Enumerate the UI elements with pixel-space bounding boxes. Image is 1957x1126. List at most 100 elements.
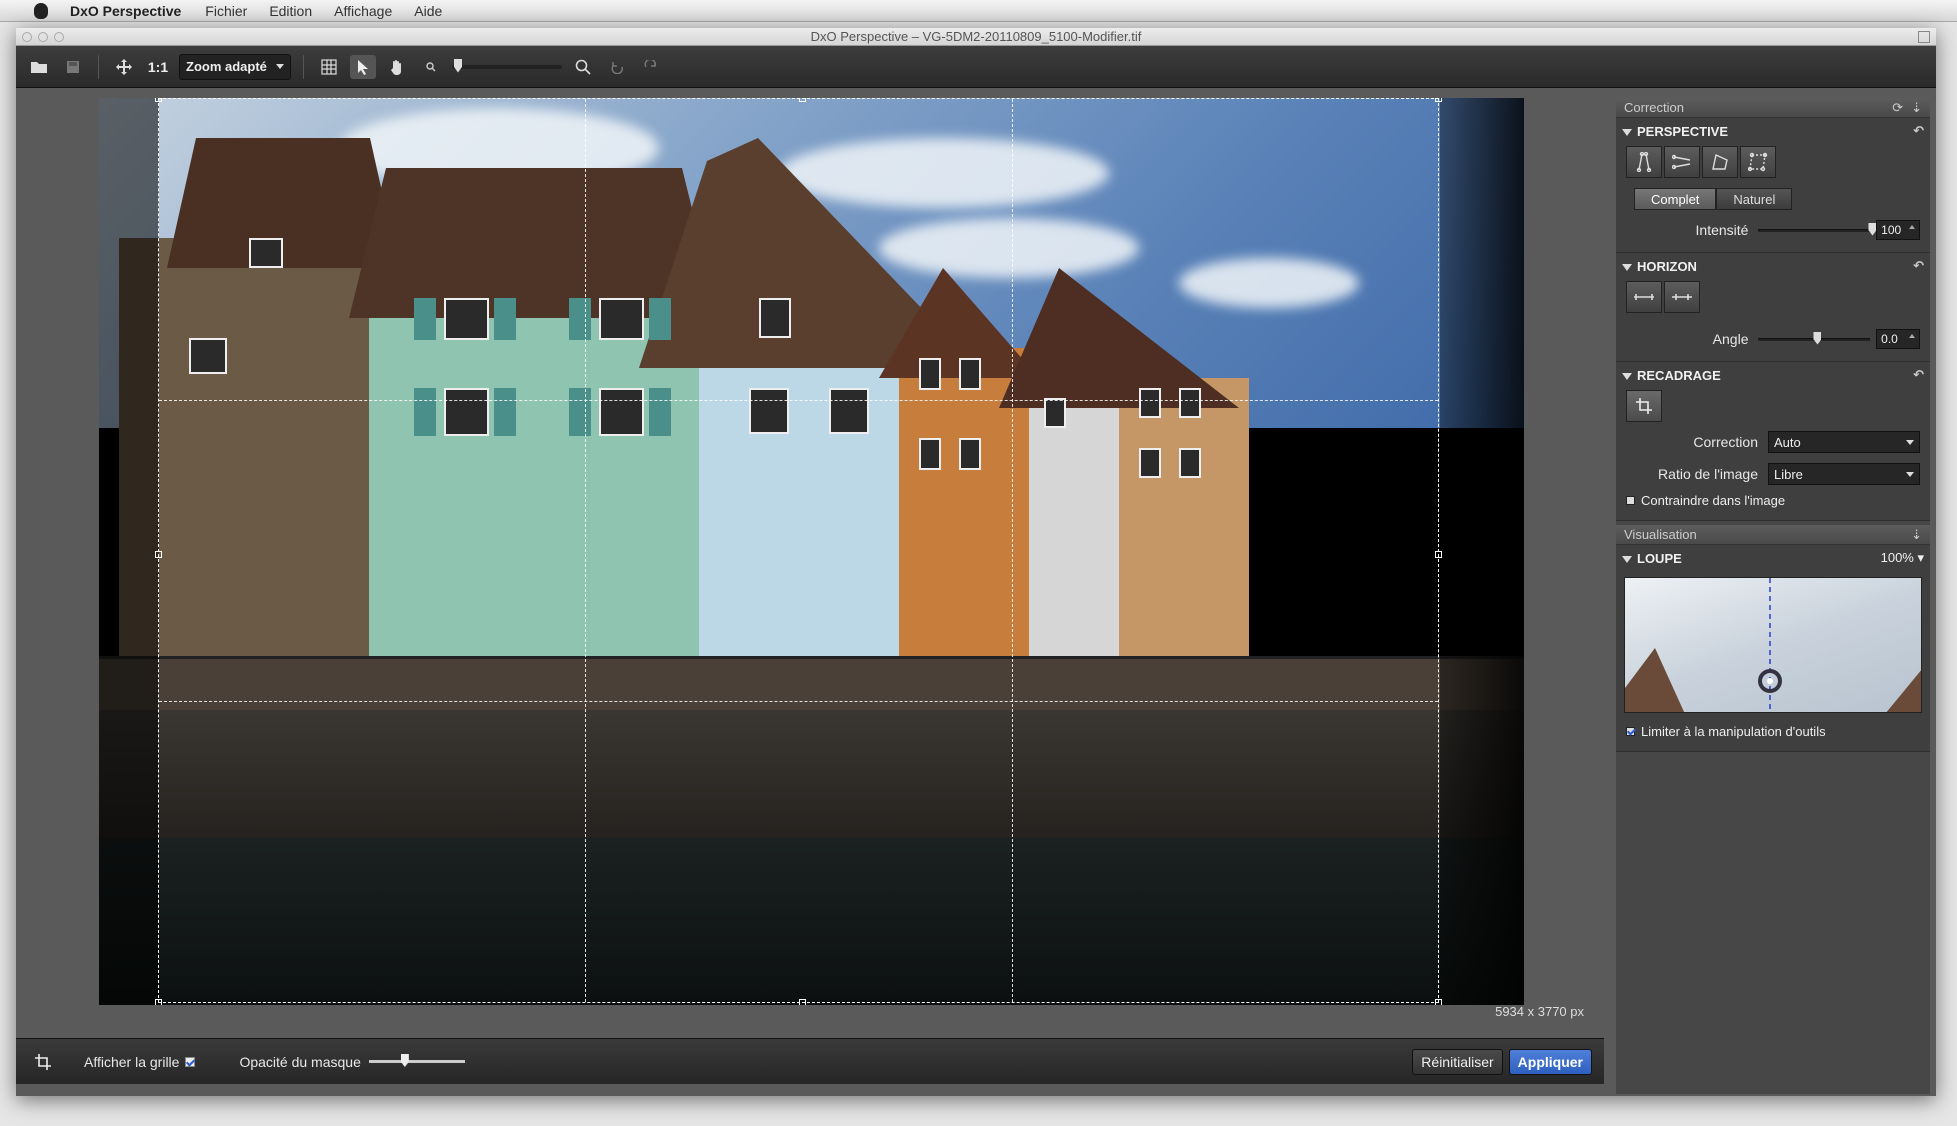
crop-tool-icon[interactable]: [32, 1053, 54, 1070]
perspective-mask-left: [99, 98, 159, 1005]
mode-natural-button[interactable]: Naturel: [1716, 188, 1793, 210]
crop-handle-bottom-right[interactable]: [1435, 999, 1442, 1005]
move-icon[interactable]: [111, 55, 137, 79]
perspective-header[interactable]: PERSPECTIVE ↶: [1616, 118, 1930, 144]
loupe-section: LOUPE 100% ▾ Limiter à la manipulation d…: [1616, 545, 1930, 752]
pin-icon[interactable]: ⇣: [1911, 100, 1922, 116]
menu-affichage[interactable]: Affichage: [334, 3, 392, 19]
photo-preview: [99, 98, 1524, 1005]
crop-rectangle[interactable]: [155, 98, 1442, 1005]
chevron-down-icon: [1906, 439, 1914, 445]
loupe-image: [1625, 578, 1921, 712]
aspect-ratio-label: Ratio de l'image: [1658, 466, 1758, 482]
menu-edition[interactable]: Edition: [269, 3, 312, 19]
open-folder-icon[interactable]: [26, 55, 52, 79]
crop-icon[interactable]: [1626, 390, 1662, 422]
crop-title: RECADRAGE: [1637, 367, 1721, 383]
loupe-zoom-dropdown[interactable]: 100% ▾: [1881, 550, 1924, 566]
undo-crop-icon[interactable]: ↶: [1913, 367, 1924, 383]
intensity-field[interactable]: 100: [1876, 220, 1921, 240]
crop-handle-bottom-left[interactable]: [155, 999, 162, 1005]
constrain-checkbox[interactable]: [1626, 495, 1635, 505]
grid-line-vertical: [585, 99, 587, 1002]
crop-correction-dropdown[interactable]: Auto: [1768, 431, 1920, 453]
crop-handle-right[interactable]: [1435, 550, 1442, 558]
grid-icon[interactable]: [316, 55, 342, 79]
perspective-section: PERSPECTIVE ↶ Complet Naturel Intensité …: [1616, 118, 1930, 253]
undo-horizon-icon[interactable]: ↶: [1913, 258, 1924, 274]
loupe-preview[interactable]: [1624, 577, 1922, 713]
aspect-ratio-row: Ratio de l'image Libre: [1616, 460, 1930, 488]
one-to-one-button[interactable]: 1:1: [145, 55, 171, 79]
angle-slider-thumb[interactable]: [1813, 331, 1822, 345]
disclosure-triangle-icon: [1622, 555, 1632, 563]
zoom-mode-dropdown[interactable]: Zoom adapté: [179, 53, 291, 80]
show-grid-checkbox[interactable]: [185, 1056, 196, 1067]
image-dimensions: 5934 x 3770 px: [1495, 1004, 1584, 1019]
undo-icon[interactable]: [604, 55, 630, 79]
mask-opacity-thumb[interactable]: [400, 1054, 409, 1067]
minimize-window-button[interactable]: [38, 32, 48, 42]
horizontal-lines-icon[interactable]: [1664, 146, 1700, 178]
eight-point-icon[interactable]: [1740, 146, 1776, 178]
pointer-icon[interactable]: [350, 54, 376, 79]
zoom-out-icon[interactable]: [418, 55, 444, 79]
intensity-row: Intensité 100: [1616, 216, 1930, 244]
toolbar-divider: [303, 54, 304, 79]
crop-handle-bottom[interactable]: [798, 999, 806, 1005]
disclosure-triangle-icon: [1622, 372, 1632, 380]
zoom-slider[interactable]: [452, 58, 562, 73]
visualisation-panel-header: Visualisation ⇣: [1616, 525, 1930, 545]
fullscreen-icon[interactable]: [1918, 31, 1930, 43]
reset-button[interactable]: Réinitialiser: [1412, 1048, 1503, 1075]
crop-handle-top-right[interactable]: [1435, 98, 1442, 102]
limit-tools-checkbox[interactable]: [1626, 726, 1635, 736]
mask-opacity-slider[interactable]: [368, 1054, 465, 1067]
hand-icon[interactable]: [384, 55, 410, 79]
angle-label: Angle: [1712, 331, 1749, 347]
crop-handle-left[interactable]: [155, 550, 162, 558]
pin-icon[interactable]: ⇣: [1911, 527, 1922, 543]
horizon-header[interactable]: HORIZON ↶: [1616, 253, 1930, 279]
zoom-mode-value: Zoom adapté: [186, 59, 267, 74]
toolbar-divider: [98, 54, 99, 79]
perspective-mode-toggle: Complet Naturel: [1634, 188, 1930, 210]
loupe-header[interactable]: LOUPE 100% ▾: [1616, 545, 1930, 571]
limit-tools-label: Limiter à la manipulation d'outils: [1641, 723, 1826, 739]
perspective-title: PERSPECTIVE: [1637, 123, 1729, 139]
zoom-slider-thumb[interactable]: [454, 58, 462, 73]
aspect-ratio-value: Libre: [1774, 466, 1803, 482]
redo-icon[interactable]: [638, 55, 664, 79]
crop-handle-top-left[interactable]: [155, 98, 162, 102]
crop-handle-top[interactable]: [798, 98, 806, 102]
refresh-icon[interactable]: ⟳: [1892, 100, 1903, 116]
zoom-window-button[interactable]: [54, 32, 64, 42]
angle-slider[interactable]: [1758, 331, 1871, 345]
intensity-slider[interactable]: [1758, 222, 1877, 236]
menu-app-name[interactable]: DxO Perspective: [70, 3, 181, 19]
grid-line-vertical: [1011, 99, 1013, 1002]
menu-fichier[interactable]: Fichier: [205, 3, 247, 19]
horizon-line-icon[interactable]: [1626, 281, 1662, 313]
bottom-bar: Afficher la grille Opacité du masque Réi…: [16, 1038, 1604, 1084]
close-window-button[interactable]: [22, 32, 32, 42]
undo-perspective-icon[interactable]: ↶: [1913, 123, 1924, 139]
menu-aide[interactable]: Aide: [414, 3, 442, 19]
horizon-auto-icon[interactable]: [1664, 281, 1700, 313]
zoom-in-icon[interactable]: [570, 55, 596, 79]
chevron-down-icon: [1906, 471, 1914, 477]
constrain-label: Contraindre dans l'image: [1641, 492, 1786, 508]
correction-panel-title: Correction: [1624, 100, 1684, 115]
save-icon[interactable]: [60, 55, 86, 79]
apply-button[interactable]: Appliquer: [1508, 1048, 1592, 1075]
crop-header[interactable]: RECADRAGE ↶: [1616, 362, 1930, 388]
angle-field[interactable]: 0.0: [1876, 329, 1921, 349]
intensity-label: Intensité: [1695, 222, 1749, 238]
aspect-ratio-dropdown[interactable]: Libre: [1768, 463, 1920, 485]
limit-row: Limiter à la manipulation d'outils: [1616, 719, 1930, 743]
mode-complete-button[interactable]: Complet: [1634, 188, 1717, 210]
rectangle-icon[interactable]: [1702, 146, 1738, 178]
vertical-lines-icon[interactable]: [1626, 146, 1662, 178]
apple-icon[interactable]: [34, 3, 48, 19]
image-canvas[interactable]: 5934 x 3770 px: [16, 89, 1604, 1031]
